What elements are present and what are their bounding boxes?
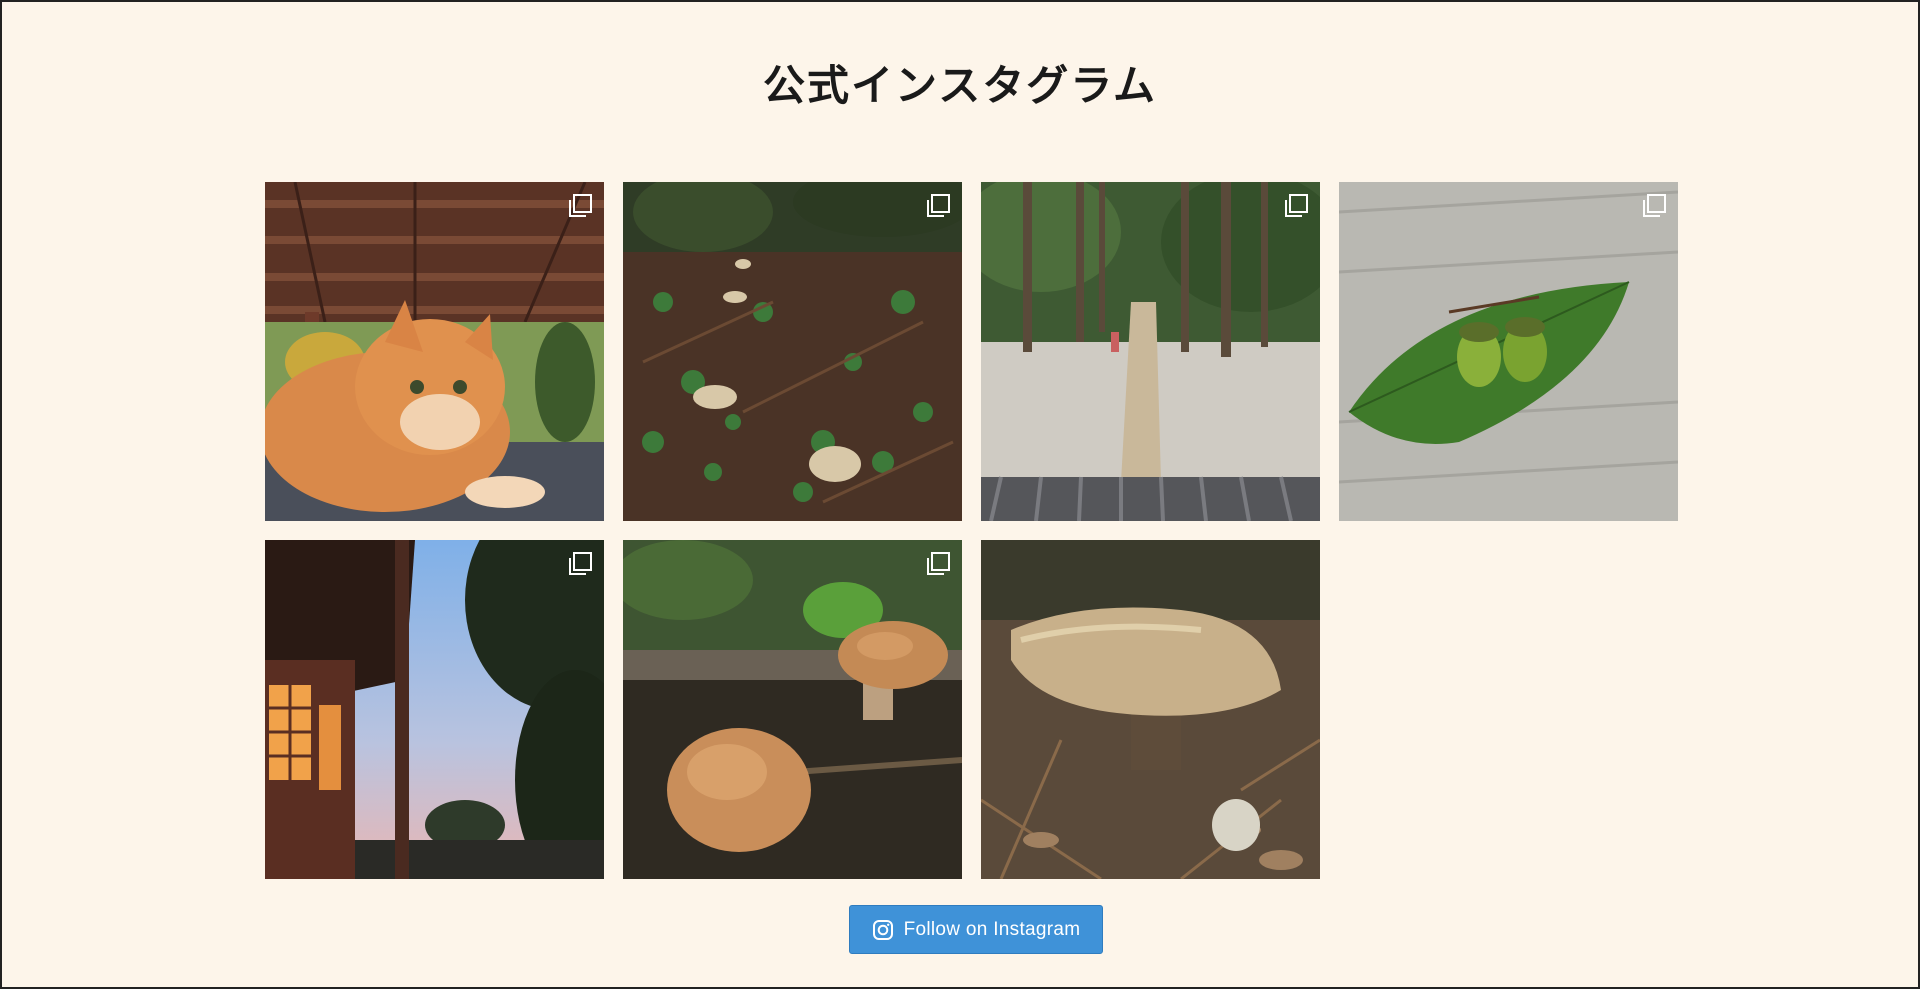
multiple-images-icon <box>1282 192 1310 220</box>
post-image-shrine-dusk <box>265 540 604 879</box>
post-image-acorns <box>1339 182 1678 521</box>
instagram-icon <box>872 919 894 941</box>
follow-button-label: Follow on Instagram <box>903 918 1081 940</box>
page-title: 公式インスタグラム <box>763 61 1157 110</box>
instagram-post-mushrooms[interactable] <box>623 540 962 879</box>
instagram-post-cat[interactable] <box>265 182 604 521</box>
post-image-shrine-path <box>981 182 1320 521</box>
instagram-feed-grid <box>265 182 1678 879</box>
multiple-images-icon <box>924 192 952 220</box>
instagram-post-shrine-path[interactable] <box>981 182 1320 521</box>
multiple-images-icon <box>924 550 952 578</box>
instagram-post-large-mushroom[interactable] <box>981 540 1320 879</box>
post-image-large-mushroom <box>981 540 1320 879</box>
instagram-post-shrine-dusk[interactable] <box>265 540 604 879</box>
instagram-post-acorns[interactable] <box>1339 182 1678 521</box>
post-image-mushrooms <box>623 540 962 879</box>
follow-on-instagram-button[interactable]: Follow on Instagram <box>849 905 1103 954</box>
post-image-cat <box>265 182 604 521</box>
multiple-images-icon <box>566 192 594 220</box>
post-image-forest-floor <box>623 182 962 521</box>
multiple-images-icon <box>566 550 594 578</box>
multiple-images-icon <box>1640 192 1668 220</box>
instagram-post-forest-floor[interactable] <box>623 182 962 521</box>
